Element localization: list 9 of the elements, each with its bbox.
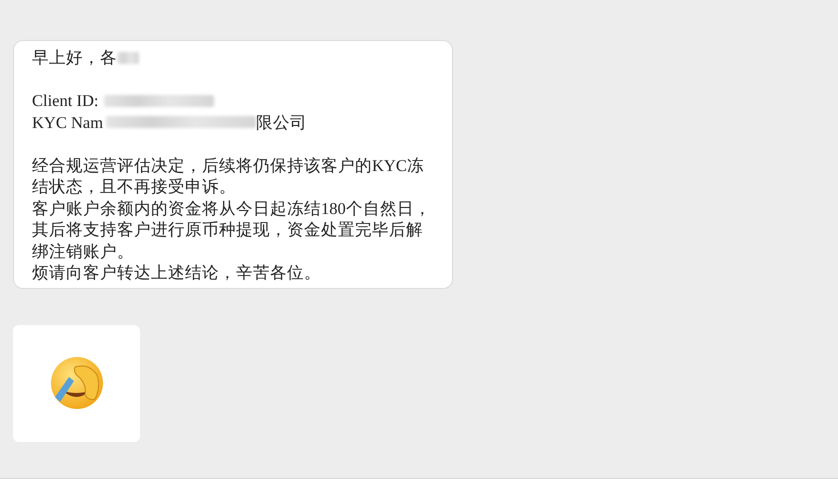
message-paragraph: 经合规运营评估决定，后续将仍保持该客户的KYC冻结状态，且不再接受申诉。 — [32, 154, 425, 198]
kyc-name-label: KYC Nam — [32, 112, 104, 133]
facepalm-emoji-icon — [48, 355, 104, 411]
blurred-redaction — [117, 52, 139, 64]
message-paragraph: 烦请向客户转达上述结论，辛苦各位。 — [32, 262, 322, 284]
client-id-label: Client ID: — [32, 90, 98, 112]
message-paragraph: 客户账户余额内的资金将从今日起冻结180个自然日，其后将支持客户进行原币种提现，资金处置完毕后解绑注销账户。 — [32, 198, 432, 262]
greeting-text: 早上好，各 — [32, 47, 117, 68]
company-name-suffix: 限公司 — [256, 112, 308, 133]
